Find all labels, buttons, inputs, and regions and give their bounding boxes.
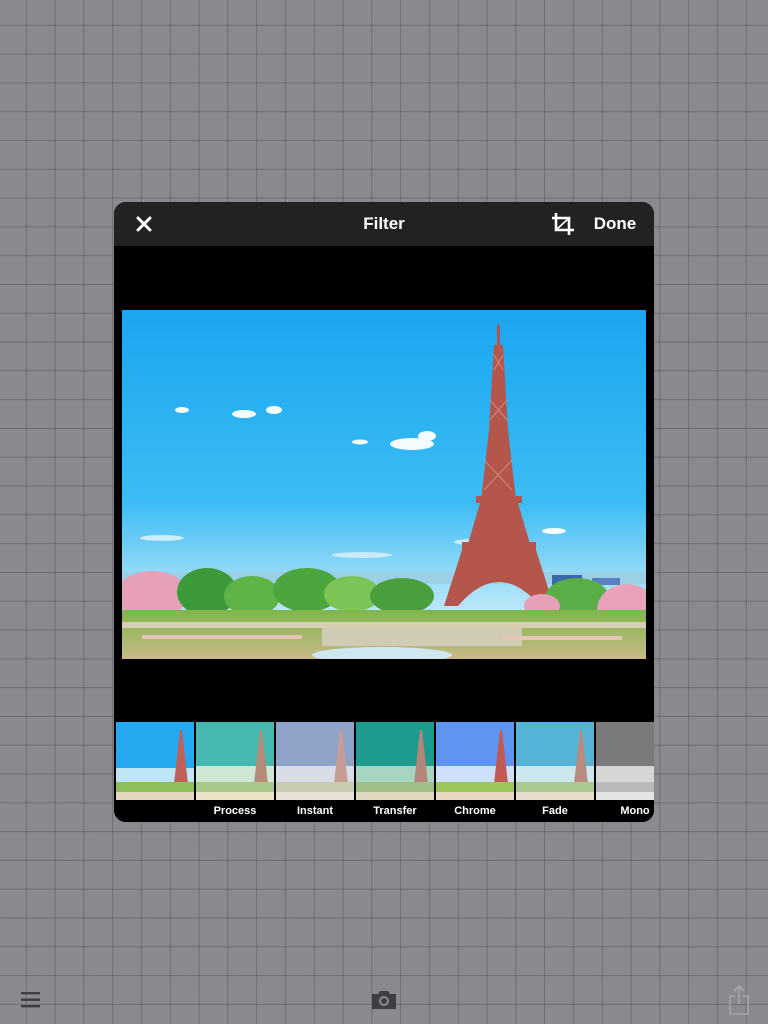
filter-thumb-label: Mono (620, 805, 650, 817)
filter-thumb-image (516, 722, 594, 800)
filter-thumb-image (436, 722, 514, 800)
filter-thumb-label (116, 803, 194, 819)
camera-icon (372, 991, 396, 1009)
filter-modal: Filter Done Process Instant Transfer Chr… (114, 202, 654, 822)
camera-button[interactable] (370, 988, 398, 1012)
eiffel-tower-image (122, 310, 646, 659)
close-icon (136, 216, 152, 232)
modal-header: Filter Done (114, 202, 654, 246)
filter-thumb-image (356, 722, 434, 800)
menu-button[interactable] (20, 990, 42, 1010)
crop-icon (552, 213, 574, 235)
crop-button[interactable] (550, 211, 576, 237)
filter-thumb-image (196, 722, 274, 800)
filter-thumb-fade[interactable]: Fade (516, 722, 594, 822)
photo-preview (122, 310, 646, 659)
filter-thumb-image (276, 722, 354, 800)
filter-thumb-label: Process (213, 805, 257, 817)
filter-thumb-label: Fade (542, 805, 568, 817)
filter-thumb-transfer[interactable]: Transfer (356, 722, 434, 822)
filter-thumb-process[interactable]: Process (196, 722, 274, 822)
filter-thumb-label: Chrome (454, 805, 496, 817)
filter-thumb-original[interactable] (116, 722, 194, 822)
share-icon (729, 984, 749, 1015)
filter-thumb-mono[interactable]: Mono (596, 722, 654, 822)
filter-thumb-label: Instant (296, 805, 334, 817)
filter-thumb-image (596, 722, 654, 800)
done-button[interactable]: Done (584, 202, 646, 246)
filter-strip[interactable]: Process Instant Transfer Chrome Fade Mon… (114, 721, 654, 822)
menu-icon (21, 992, 40, 1008)
filter-thumb-instant[interactable]: Instant (276, 722, 354, 822)
filter-thumb-image (116, 722, 194, 800)
filter-thumb-chrome[interactable]: Chrome (436, 722, 514, 822)
close-button[interactable] (130, 210, 158, 238)
filter-thumb-label: Transfer (373, 805, 417, 817)
bottom-toolbar (0, 976, 768, 1024)
share-button[interactable] (727, 984, 751, 1016)
